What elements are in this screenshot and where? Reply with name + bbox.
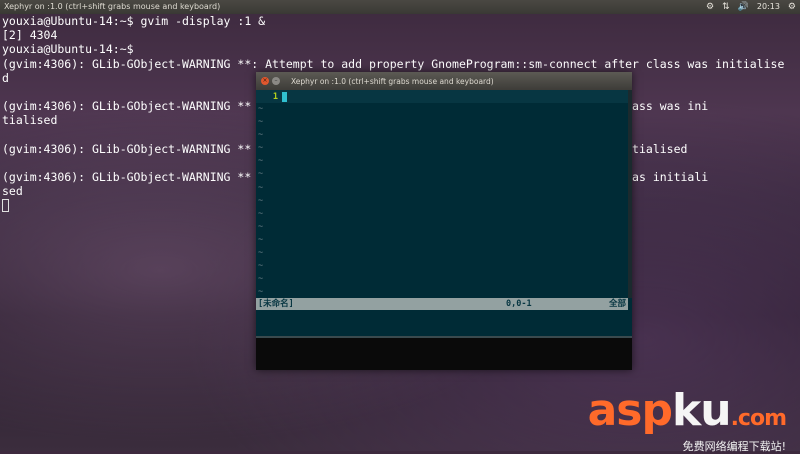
gvim-editor[interactable]: 1 ~ ~ ~ ~ ~ ~ ~ ~ ~ ~ ~ ~ ~ ~ ~ [未命名] 0,0-1 全部: [256, 90, 632, 370]
watermark-logo-part: ku: [671, 385, 732, 436]
cursor-position: 0,0-1: [506, 299, 532, 309]
empty-line-tilde: ~: [258, 169, 264, 180]
terminal-cursor: [2, 199, 9, 213]
empty-line-tilde: ~: [258, 261, 264, 272]
empty-line-tilde: ~: [258, 274, 264, 285]
vertical-scrollbar[interactable]: [628, 90, 632, 298]
top-panel: Xephyr on :1.0 (ctrl+shift grabs mouse a…: [0, 0, 800, 14]
xephyr-title: Xephyr on :1.0 (ctrl+shift grabs mouse a…: [291, 76, 494, 86]
empty-line-tilde: ~: [258, 195, 264, 206]
empty-line-tilde: ~: [258, 221, 264, 232]
empty-line-tilde: ~: [258, 234, 264, 245]
empty-line-markers: ~ ~ ~ ~ ~ ~ ~ ~ ~ ~ ~ ~ ~ ~ ~: [256, 103, 628, 299]
watermark-logo: aspku.com 免费网络编程下载站!: [587, 385, 787, 454]
xephyr-bottom-area: [256, 336, 632, 370]
terminal-line: youxia@Ubuntu-14:~$: [2, 42, 134, 57]
empty-line-tilde: ~: [258, 208, 264, 219]
editor-buffer[interactable]: 1 ~ ~ ~ ~ ~ ~ ~ ~ ~ ~ ~ ~ ~ ~ ~: [256, 90, 628, 298]
terminal-line: (gvim:4306): GLib-GObject-WARNING **: At…: [2, 56, 785, 71]
terminal-line: youxia@Ubuntu-14:~$ gvim -display :1 &: [2, 14, 266, 28]
text-cursor: [282, 91, 287, 102]
editor-line-1[interactable]: 1: [256, 90, 628, 103]
minimize-button[interactable]: –: [272, 77, 280, 85]
empty-line-tilde: ~: [258, 248, 264, 259]
buffer-name: [未命名]: [258, 299, 294, 309]
network-icon[interactable]: ⇅: [722, 0, 730, 14]
active-window-title: Xephyr on :1.0 (ctrl+shift grabs mouse a…: [4, 2, 221, 11]
empty-line-tilde: ~: [258, 143, 264, 154]
scroll-position: 全部: [608, 299, 626, 309]
watermark-logo-part: .com: [730, 406, 787, 431]
empty-line-tilde: ~: [258, 156, 264, 167]
clock[interactable]: 20:13: [757, 0, 780, 14]
volume-icon[interactable]: 🔊: [738, 0, 749, 14]
empty-line-tilde: ~: [258, 182, 264, 193]
empty-line-tilde: ~: [258, 130, 264, 141]
xephyr-titlebar[interactable]: × – Xephyr on :1.0 (ctrl+shift grabs mou…: [256, 72, 632, 90]
line-number: 1: [272, 91, 278, 102]
terminal-line: [2] 4304: [2, 28, 58, 43]
command-line[interactable]: [256, 310, 628, 336]
close-button[interactable]: ×: [261, 77, 269, 85]
status-line: [未命名] 0,0-1 全部: [256, 298, 628, 310]
gear-icon[interactable]: ⚙: [788, 0, 796, 14]
empty-line-tilde: ~: [258, 117, 264, 128]
system-tray: ⚙ ⇅ 🔊 20:13 ⚙: [706, 0, 796, 14]
keyboard-indicator-icon[interactable]: ⚙: [706, 0, 714, 14]
xephyr-window[interactable]: × – Xephyr on :1.0 (ctrl+shift grabs mou…: [256, 72, 632, 370]
watermark-logo-part: asp: [587, 385, 673, 436]
empty-line-tilde: ~: [258, 104, 264, 114]
